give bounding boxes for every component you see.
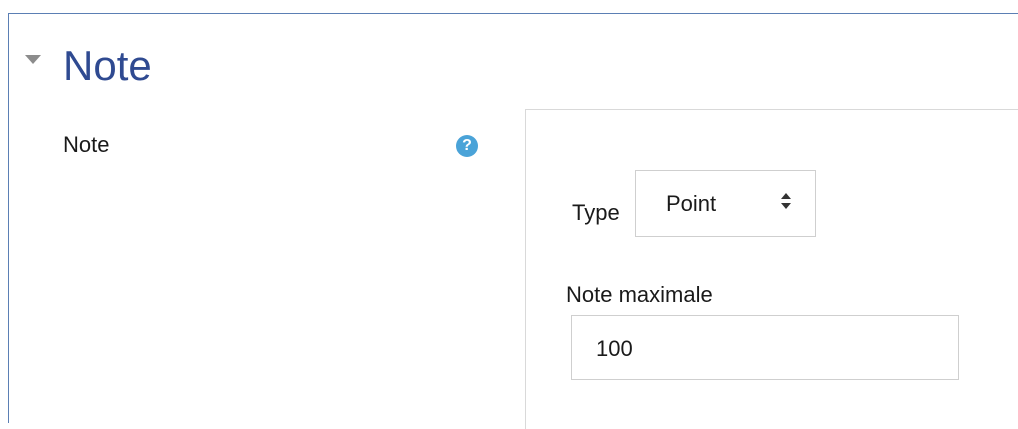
grade-field-label: Note bbox=[63, 132, 110, 157]
grade-group-box bbox=[525, 109, 1018, 429]
caret-down-icon[interactable] bbox=[25, 55, 41, 64]
max-grade-input-value: 100 bbox=[596, 336, 633, 361]
grade-type-select[interactable]: Point bbox=[635, 170, 816, 237]
type-label: Type bbox=[572, 200, 620, 225]
sort-arrows-icon bbox=[781, 193, 791, 213]
question-circle-icon[interactable]: ? bbox=[456, 135, 478, 157]
grade-type-selected-value: Point bbox=[666, 191, 717, 216]
max-grade-input[interactable]: 100 bbox=[571, 315, 959, 380]
arrow-up-icon bbox=[781, 193, 791, 199]
max-grade-label: Note maximale bbox=[566, 282, 713, 307]
arrow-down-icon bbox=[781, 203, 791, 209]
section-title[interactable]: Note bbox=[63, 40, 152, 92]
